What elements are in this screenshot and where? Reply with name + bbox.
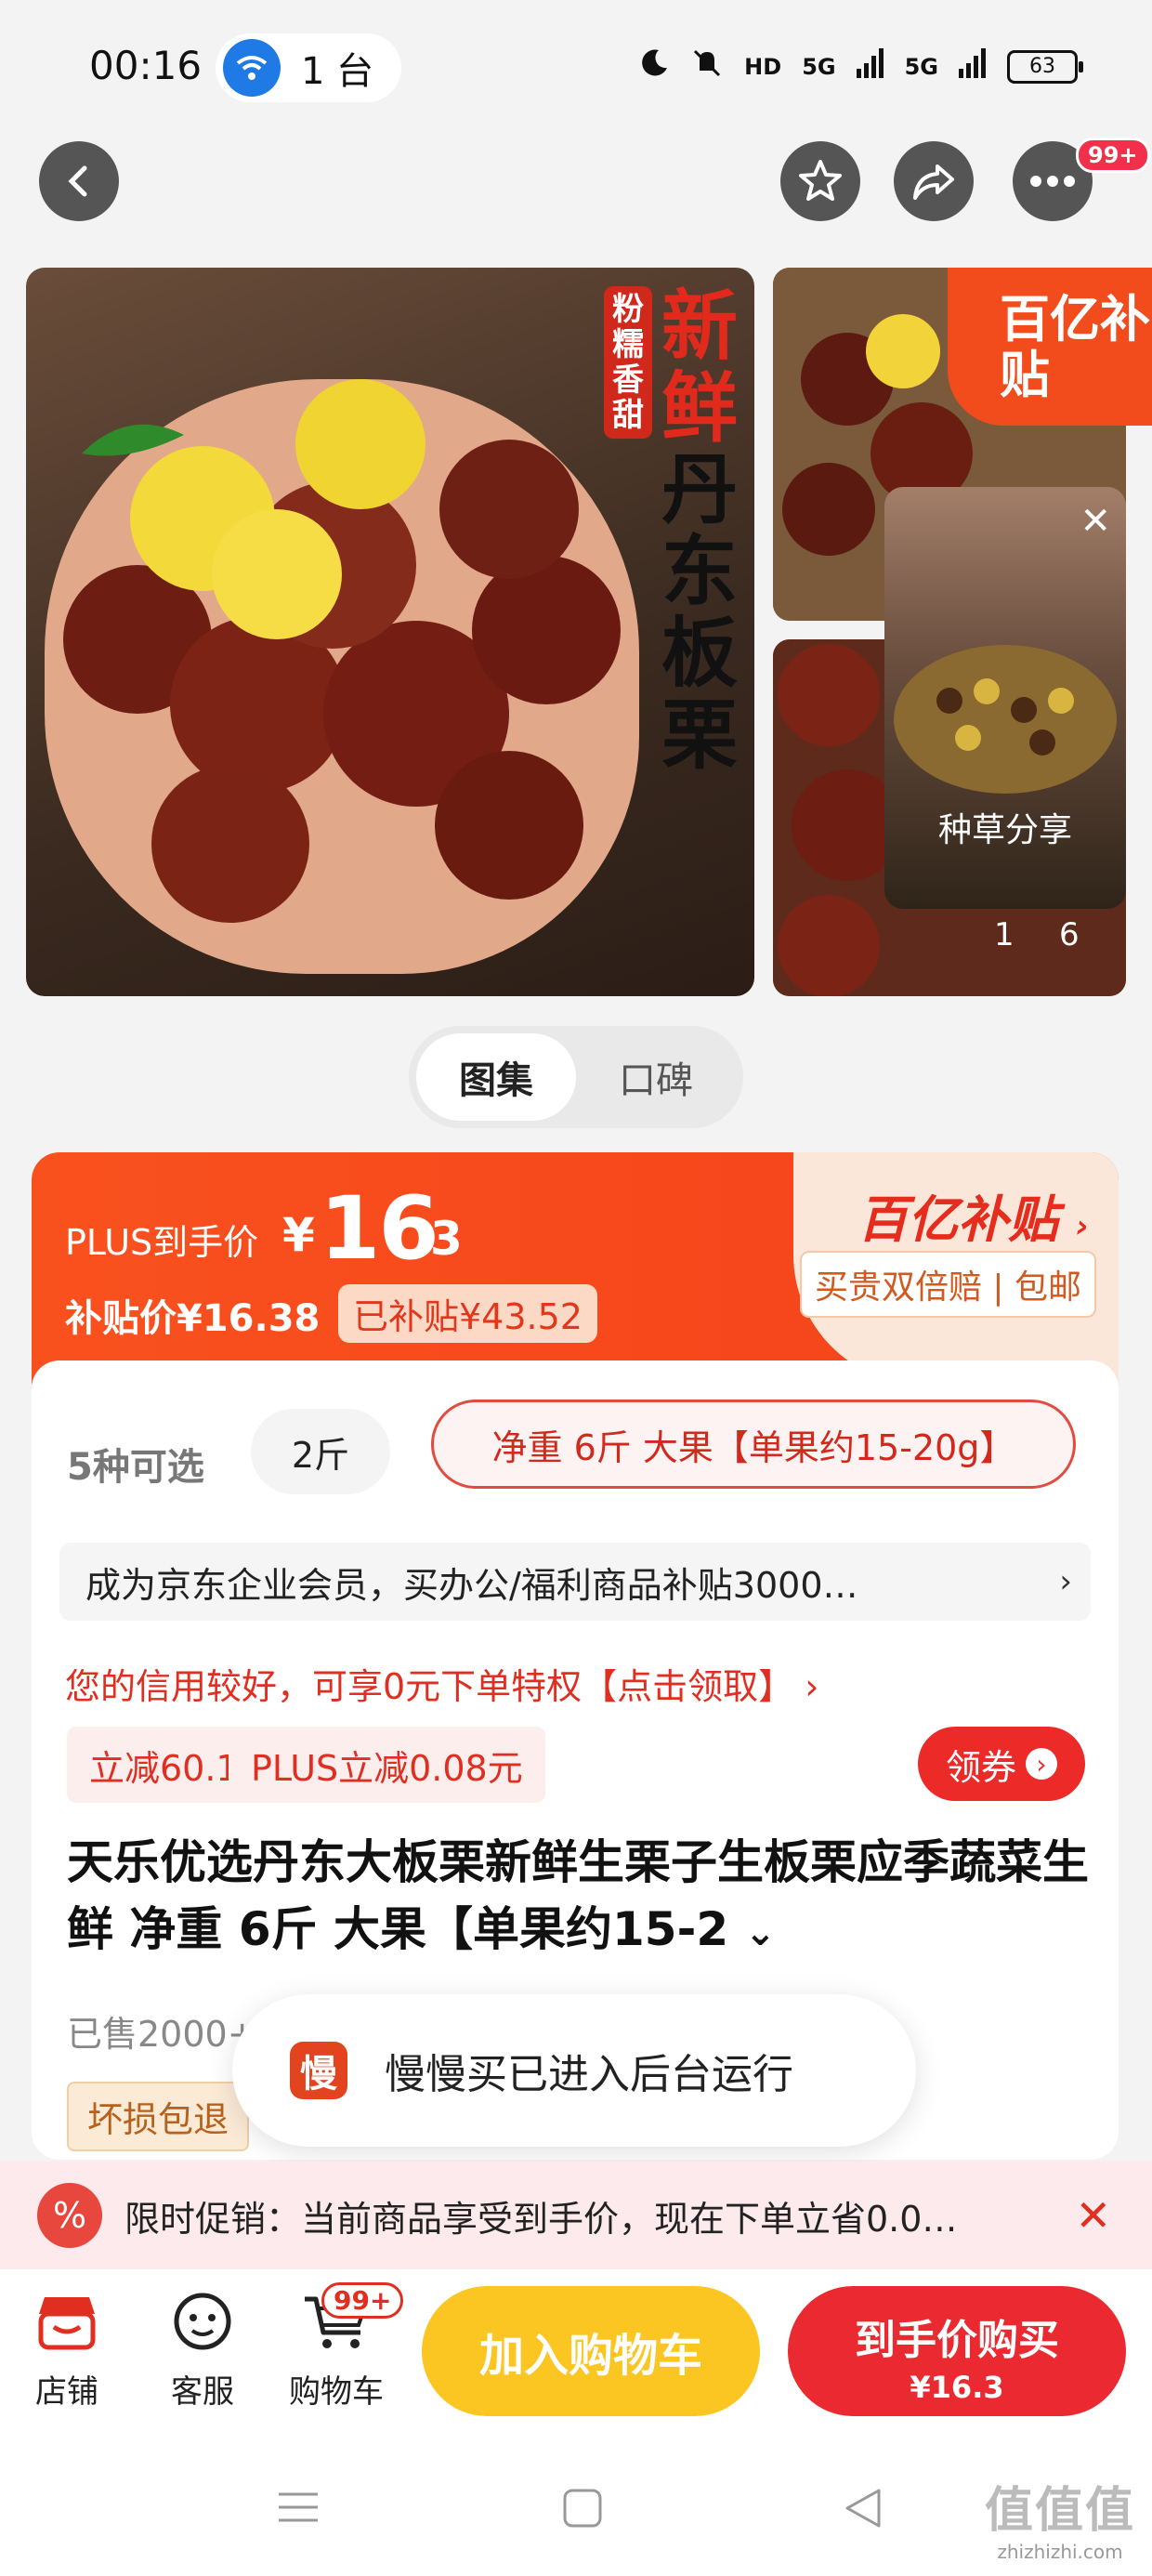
close-promo-icon[interactable]: ✕ xyxy=(1075,2190,1111,2241)
yibu-brand-link[interactable]: 百亿补贴 › xyxy=(857,1178,1089,1252)
promotion-bar[interactable]: % 限时促销：当前商品享受到手价，现在下单立省0.0… ✕ xyxy=(0,2162,1152,2269)
sold-count: 已售2000+ xyxy=(67,2014,257,2055)
service-label: 客服 xyxy=(171,2373,234,2411)
percent-icon: % xyxy=(37,2183,102,2248)
spec-chip-selected[interactable]: 净重 6斤 大果【单果约15-20g】 xyxy=(431,1400,1076,1489)
tab-album[interactable]: 图集 xyxy=(416,1033,576,1121)
enterprise-member-banner[interactable]: 成为京东企业会员，买办公/福利商品补贴3000… › xyxy=(59,1543,1091,1621)
promotion-text: 限时促销：当前商品享受到手价，现在下单立省0.0… xyxy=(124,2198,958,2240)
cart-label: 购物车 xyxy=(289,2373,384,2411)
signal-5g-icon-2: 5G xyxy=(904,53,938,80)
chevron-down-icon: ⌄ xyxy=(744,1912,777,1954)
manmanmai-app-icon: 慢 xyxy=(290,2042,347,2099)
more-dots-icon xyxy=(1030,176,1075,187)
image-title-name: 丹东板栗 xyxy=(661,446,738,780)
subsidized-amount: 已补贴¥43.52 xyxy=(338,1284,597,1343)
get-coupon-button[interactable]: 领券 › xyxy=(918,1727,1085,1801)
video-preview[interactable]: ✕ 种草分享 xyxy=(884,487,1126,909)
signal-5g-icon: 5G xyxy=(802,53,836,80)
plus-price-label: PLUS到手价 xyxy=(65,1222,259,1263)
watermark-url: zhizhizhi.com xyxy=(997,2541,1123,2563)
favorite-button[interactable] xyxy=(780,141,860,221)
spec-chip-2jin[interactable]: 2斤 xyxy=(251,1409,390,1494)
close-video-icon[interactable]: ✕ xyxy=(1080,500,1111,543)
video-index: 1 xyxy=(994,916,1015,953)
image-title-fresh: 新鲜 xyxy=(661,283,738,453)
main-product-image[interactable]: 粉糯香甜 新鲜 丹东板栗 xyxy=(26,268,754,996)
store-icon xyxy=(38,2297,96,2350)
currency-symbol: ¥ xyxy=(282,1208,315,1262)
watermark: 值值值 zhizhizhi.com xyxy=(985,2471,1135,2563)
home-icon[interactable] xyxy=(561,2487,604,2530)
back-triangle-icon[interactable] xyxy=(842,2487,884,2530)
mute-bell-icon xyxy=(690,46,724,86)
damage-refund-tag: 坏损包退 xyxy=(67,2082,250,2151)
toast-text: 慢慢买已进入后台运行 xyxy=(385,2051,793,2098)
back-button[interactable] xyxy=(39,141,119,221)
watermark-logo: 值值值 xyxy=(984,2483,1135,2539)
star-icon xyxy=(799,160,842,201)
credit-privilege-link[interactable]: 您的信用较好，可享0元下单特权【点击领取】 › xyxy=(65,1658,818,1709)
system-navigation-bar: 值值值 zhizhizhi.com xyxy=(0,2446,1152,2576)
video-caption: 种草分享 xyxy=(937,811,1072,849)
hd-icon: HD xyxy=(744,53,782,80)
price-banner: PLUS到手价 ¥ 16 .3 补贴价¥16.38 已补贴¥43.52 百亿补贴… xyxy=(32,1152,1119,1385)
enterprise-text: 成为京东企业会员，买办公/福利商品补贴3000… xyxy=(85,1564,858,1606)
cart-badge: 99+ xyxy=(321,2282,404,2319)
chevron-right-circle-icon: › xyxy=(1026,1748,1057,1780)
video-total: 6 xyxy=(1059,916,1080,953)
status-bar: 00:16 1 台 HD 5G 5G 63 xyxy=(0,0,1152,139)
get-coupon-label: 领券 xyxy=(945,1746,1016,1788)
share-button[interactable] xyxy=(894,141,974,221)
subsidy-price: 补贴价¥16.38 xyxy=(65,1297,321,1340)
taste-tag: 粉糯香甜 xyxy=(604,286,652,439)
menu-icon[interactable] xyxy=(275,2489,321,2526)
product-gallery[interactable]: 粉糯香甜 新鲜 丹东板栗 百亿补贴 ✕ 种草分享 1 6 xyxy=(0,268,1152,996)
store-tab[interactable]: 店铺 xyxy=(11,2292,123,2412)
yibu-brand-text: 百亿补贴 xyxy=(857,1190,1059,1249)
hotspot-count: 1 台 xyxy=(301,50,374,93)
chevron-left-icon xyxy=(68,165,87,197)
coupon-plus-discount[interactable]: PLUS立减0.08元 xyxy=(229,1727,545,1803)
yibu-subsidy-badge: 百亿补贴 xyxy=(948,268,1152,426)
background-run-toast: 慢 慢慢买已进入后台运行 xyxy=(232,1994,916,2147)
buy-now-price: ¥16.3 xyxy=(910,2370,1004,2405)
price-decimal: .3 xyxy=(412,1212,463,1266)
gallery-switch: 图集 口碑 xyxy=(409,1026,743,1128)
guarantee-badge: 买贵双倍赔 | 包邮 xyxy=(799,1251,1096,1318)
spec-count[interactable]: 5种可选 xyxy=(67,1437,204,1491)
service-tab[interactable]: 客服 xyxy=(147,2292,258,2412)
moon-icon xyxy=(638,47,670,85)
add-to-cart-button[interactable]: 加入购物车 xyxy=(422,2286,760,2416)
tab-reviews[interactable]: 口碑 xyxy=(576,1033,736,1121)
signal-bars-icon-2 xyxy=(959,48,987,85)
chevron-right-icon: › xyxy=(1059,1563,1072,1600)
chevron-right-icon: › xyxy=(1075,1208,1089,1245)
wifi-hotspot-icon xyxy=(223,39,281,97)
share-icon xyxy=(913,164,954,200)
buy-now-label: 到手价购买 xyxy=(855,2317,1059,2364)
message-badge: 99+ xyxy=(1076,138,1150,173)
clock: 00:16 xyxy=(89,43,203,88)
product-title-text: 天乐优选丹东大板栗新鲜生栗子生板栗应季蔬菜生鲜 净重 6斤 大果【单果约15-2 xyxy=(67,1835,1089,1956)
image-title: 新鲜 丹东板栗 xyxy=(658,286,741,777)
customer-service-icon xyxy=(174,2293,231,2350)
signal-bars-icon xyxy=(856,48,884,85)
battery-icon: 63 xyxy=(1007,49,1083,84)
system-icons: HD 5G 5G 63 xyxy=(638,46,1083,86)
store-label: 店铺 xyxy=(35,2373,98,2411)
buy-now-button[interactable]: 到手价购买 ¥16.3 xyxy=(788,2286,1126,2416)
hotspot-pill[interactable]: 1 台 xyxy=(216,33,401,102)
product-title[interactable]: 天乐优选丹东大板栗新鲜生栗子生板栗应季蔬菜生鲜 净重 6斤 大果【单果约15-2… xyxy=(67,1829,1089,1966)
